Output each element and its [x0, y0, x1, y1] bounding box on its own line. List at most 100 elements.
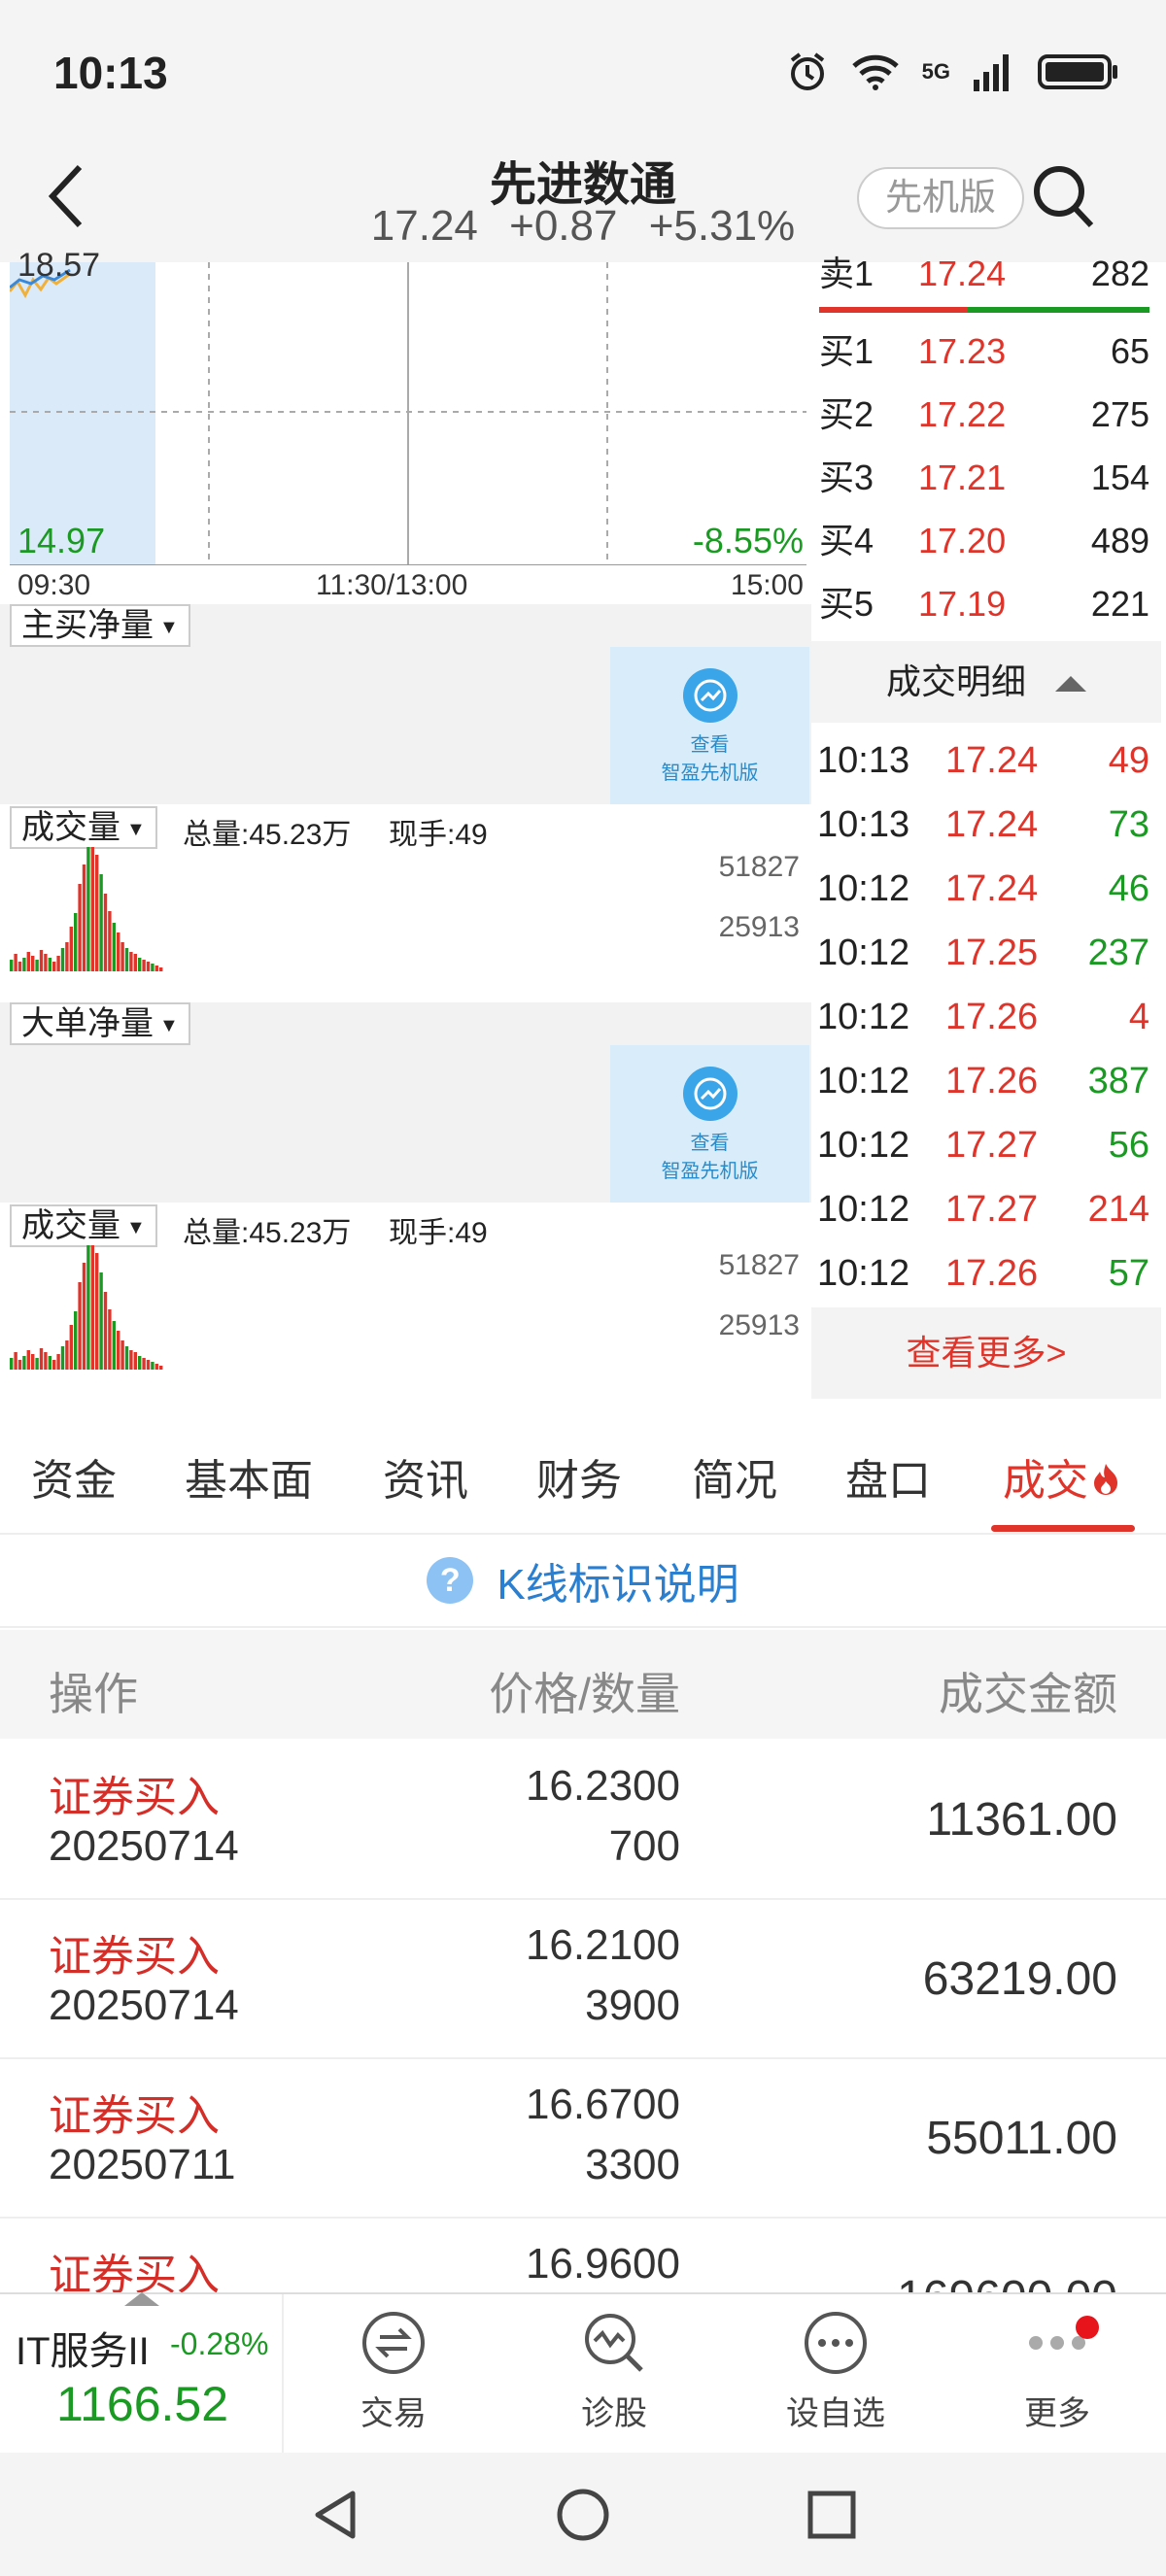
question-icon: ?	[427, 1557, 474, 1604]
volume-selector-1[interactable]: 成交量 ▼	[10, 806, 157, 849]
main-net-selector[interactable]: 主买净量 ▼	[10, 604, 190, 647]
volume-bar	[124, 1346, 129, 1370]
volume-bars-2	[10, 1245, 163, 1370]
exchange-icon	[362, 2312, 425, 2374]
bid-row-3[interactable]: 买3 17.21 154	[811, 449, 1161, 507]
volume-bar	[86, 1245, 90, 1370]
bid-row-5[interactable]: 买5 17.19 221	[811, 575, 1161, 633]
volume-bar	[117, 1331, 120, 1370]
tab-3[interactable]: 资讯	[383, 1445, 468, 1508]
expand-caret-icon[interactable]	[124, 2292, 159, 2306]
nav-watchlist-button[interactable]: 设自选	[738, 2294, 933, 2453]
volume-bar	[48, 958, 51, 971]
bid-row-2[interactable]: 买2 17.22 275	[811, 386, 1161, 444]
bid-row-1[interactable]: 买1 17.23 65	[811, 322, 1161, 381]
volume-bar	[78, 884, 82, 971]
volume-bar	[31, 956, 35, 971]
collapse-caret-icon	[1055, 676, 1087, 693]
table-row[interactable]: 证券买入 20250714 16.2300 700 11361.00	[0, 1741, 1166, 1900]
stock-change-pct: +5.31%	[648, 202, 796, 250]
tab-5[interactable]: 简况	[692, 1445, 777, 1508]
intraday-plot[interactable]	[10, 262, 806, 565]
fire-icon	[1092, 1459, 1119, 1495]
tab-4[interactable]: 财务	[536, 1445, 622, 1508]
trade-row: 10:12 17.24 46	[817, 868, 1149, 909]
volume-bar	[74, 913, 78, 971]
promo-pro-banner-2[interactable]: 查看 智盈先机版	[610, 1045, 809, 1203]
volume-bar	[44, 954, 48, 971]
promo-pro-banner[interactable]: 查看 智盈先机版	[610, 647, 809, 804]
stock-price: 17.24	[370, 202, 478, 250]
trend-up-icon	[682, 1067, 737, 1121]
nav-recents-icon[interactable]	[803, 2486, 861, 2544]
kline-help-link[interactable]: ? K线标识说明	[0, 1535, 1166, 1628]
volume-bar	[146, 1360, 151, 1370]
volume-bar	[99, 874, 103, 971]
network-label: 5G	[921, 59, 950, 84]
chart-area[interactable]: 18.57 14.97 -8.55% 09:30 11:30/13:00 15:…	[0, 247, 811, 1399]
volume-bars-1	[10, 847, 163, 971]
volume-selector-2[interactable]: 成交量 ▼	[10, 1204, 157, 1247]
volume-bar	[65, 1340, 69, 1370]
volume-bar	[14, 954, 17, 971]
volume-bar	[133, 1352, 137, 1370]
volume-bar	[26, 1350, 30, 1370]
col-header-price-qty: 价格/数量	[489, 1669, 680, 1719]
tab-7[interactable]: 成交	[1003, 1445, 1119, 1508]
large-net-selector[interactable]: 大单净量 ▼	[10, 1002, 190, 1045]
trade-row: 10:12 17.27 214	[817, 1189, 1149, 1230]
bid-row-4[interactable]: 买4 17.20 489	[811, 512, 1161, 570]
trade-row: 10:13 17.24 49	[817, 740, 1149, 781]
sector-index-change: -0.28%	[170, 2326, 269, 2361]
trade-row: 10:12 17.26 57	[817, 1253, 1149, 1294]
volume-bar	[48, 1356, 51, 1370]
table-row[interactable]: 证券买入 20250711 16.6700 3300 55011.00	[0, 2059, 1166, 2219]
nav-back-icon[interactable]	[306, 2486, 364, 2544]
trade-row: 10:12 17.25 237	[817, 932, 1149, 973]
diagnose-icon	[585, 2314, 643, 2372]
volume-bar	[17, 1360, 22, 1370]
volume-bar	[95, 855, 99, 971]
volume-bar	[95, 1253, 99, 1370]
tab-2[interactable]: 基本面	[185, 1445, 313, 1508]
nav-diagnose-button[interactable]: 诊股	[517, 2294, 711, 2453]
nav-more-button[interactable]: 更多	[960, 2294, 1154, 2453]
volume-bar	[78, 1282, 82, 1370]
pro-version-button[interactable]: 先机版	[857, 167, 1024, 229]
search-icon[interactable]	[1030, 160, 1098, 233]
volume-bar	[14, 1352, 17, 1370]
volume-bar	[60, 948, 65, 971]
volume-bar	[99, 1272, 103, 1370]
table-row[interactable]: 证券买入 20250714 16.2100 3900 63219.00	[0, 1900, 1166, 2059]
volume-bar	[10, 1358, 14, 1370]
view-more-link[interactable]: 查看更多>	[811, 1307, 1161, 1399]
pct-low-label: -8.55%	[692, 521, 804, 560]
tab-6[interactable]: 盘口	[845, 1445, 931, 1508]
tab-1[interactable]: 资金	[31, 1445, 117, 1508]
volume-bar	[108, 911, 112, 971]
trade-row: 10:13 17.24 73	[817, 804, 1149, 845]
volume-bar	[56, 956, 60, 971]
volume-bar	[142, 1358, 146, 1370]
col-header-operation: 操作	[49, 1669, 138, 1719]
volume-bar	[124, 948, 129, 971]
volume-bar	[39, 1348, 44, 1370]
nav-trade-button[interactable]: 交易	[296, 2294, 491, 2453]
trade-row: 10:12 17.26 387	[817, 1061, 1149, 1102]
volume-bar	[52, 1360, 56, 1370]
volume-bar	[90, 847, 94, 971]
alarm-icon	[790, 52, 824, 90]
sector-index-name: IT服务II	[16, 2330, 150, 2373]
nav-home-icon[interactable]	[554, 2486, 612, 2544]
volume-bar	[69, 927, 73, 971]
trade-detail-toggle[interactable]: 成交明细	[811, 641, 1161, 723]
notification-dot	[1076, 2316, 1099, 2339]
volume-bar	[103, 1292, 108, 1370]
volume-bar	[154, 1364, 158, 1370]
volume-bar	[74, 1311, 78, 1370]
volume-bar	[117, 932, 120, 971]
volume-bar	[112, 923, 116, 971]
trade-row: 10:12 17.27 56	[817, 1125, 1149, 1166]
volume-bar	[103, 894, 108, 971]
wifi-icon	[851, 54, 899, 90]
